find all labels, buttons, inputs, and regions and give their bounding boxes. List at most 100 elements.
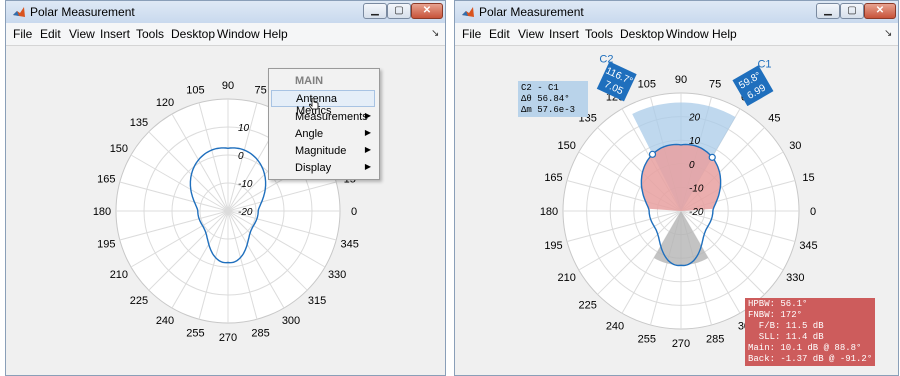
radial-tick-label: -10 (238, 179, 253, 190)
angle-tick-label: 150 (110, 143, 128, 155)
angle-tick-label: 210 (558, 272, 576, 284)
title-bar: Polar Measurement ▁ ▢ ✕ (455, 1, 898, 23)
dock-arrow-icon[interactable]: ↘ (431, 28, 439, 39)
radial-tick-label: -20 (238, 207, 253, 218)
menu-window[interactable]: Window (666, 27, 709, 41)
menu-desktop[interactable]: Desktop (171, 27, 215, 41)
radial-tick-label: 10 (238, 123, 250, 134)
metric-line: Back: -1.37 dB @ -91.2° (748, 354, 873, 364)
close-button[interactable]: ✕ (411, 3, 443, 19)
diff-line: Δθ 56.84° (521, 94, 570, 104)
angle-tick-label: 150 (558, 140, 576, 152)
diff-line: C2 - C1 (521, 83, 559, 93)
angle-tick-label: 330 (786, 272, 804, 284)
metric-line: SLL: 11.4 dB (748, 332, 824, 342)
angle-tick-label: 315 (308, 295, 326, 307)
menu-item-measurements[interactable]: Measurements ▶ (271, 109, 375, 126)
submenu-arrow-icon: ▶ (364, 111, 371, 120)
mouse-pointer-icon (309, 98, 319, 110)
angle-tick-label: 345 (341, 239, 359, 251)
radial-tick-label: 0 (689, 160, 695, 171)
menu-insert[interactable]: Insert (100, 27, 130, 41)
minimize-button[interactable]: ▁ (363, 3, 387, 19)
angle-tick-label: 90 (222, 80, 234, 92)
menu-file[interactable]: File (462, 27, 481, 41)
angle-tick-label: 345 (799, 240, 817, 252)
angle-tick-label: 180 (93, 206, 111, 218)
angle-tick-label: 195 (544, 240, 562, 252)
menu-edit[interactable]: Edit (40, 27, 61, 41)
angle-tick-label: 45 (768, 113, 780, 125)
dock-arrow-icon[interactable]: ↘ (884, 28, 892, 39)
menu-item-antenna-metrics[interactable]: Antenna Metrics (271, 90, 375, 117)
maximize-button[interactable]: ▢ (387, 3, 411, 19)
cursor-label-box[interactable]: 59.8°6.99 (732, 65, 774, 107)
angle-tick-label: 120 (156, 97, 174, 109)
angle-tick-label: 105 (638, 78, 656, 90)
menu-help[interactable]: Help (712, 27, 737, 41)
radial-tick-label: 10 (689, 136, 701, 147)
angle-tick-label: 90 (675, 74, 687, 86)
menu-bar: File Edit View Insert Tools Desktop Wind… (455, 23, 898, 46)
angle-tick-label: 210 (110, 269, 128, 281)
angle-tick-label: 225 (130, 295, 148, 307)
menu-item-magnitude[interactable]: Magnitude ▶ (271, 143, 375, 160)
angle-tick-label: 270 (219, 332, 237, 344)
angle-tick-label: 75 (254, 84, 266, 96)
menu-item-display[interactable]: Display ▶ (271, 160, 375, 177)
menu-item-label: Magnitude (295, 145, 347, 157)
menu-edit[interactable]: Edit (489, 27, 510, 41)
cursor-name: C2 (599, 54, 613, 66)
angle-tick-label: 135 (130, 117, 148, 129)
angle-tick-label: 15 (802, 172, 814, 184)
cursor-marker[interactable] (708, 153, 716, 161)
angle-tick-label: 285 (251, 328, 269, 340)
radial-tick-label: 20 (688, 113, 701, 124)
angle-tick-label: 0 (351, 206, 357, 218)
title-bar: Polar Measurement ▁ ▢ ✕ (6, 1, 445, 23)
angle-tick-label: 180 (540, 206, 558, 218)
cursor-difference-box: C2 - C1 Δθ 56.84° Δm 57.6e-3 (518, 81, 588, 117)
antenna-metrics-box: HPBW: 56.1° FNBW: 172° F/B: 11.5 dB SLL:… (745, 298, 875, 366)
maximize-button[interactable]: ▢ (840, 3, 864, 19)
radial-tick-label: 0 (238, 151, 244, 162)
menu-insert[interactable]: Insert (549, 27, 579, 41)
cursor-marker[interactable] (648, 150, 657, 158)
angle-tick-label: 195 (97, 239, 115, 251)
window-title: Polar Measurement (30, 5, 135, 19)
context-menu-title: MAIN (295, 75, 324, 87)
angle-tick-label: 255 (638, 334, 656, 346)
angle-tick-label: 0 (810, 206, 816, 218)
menu-window[interactable]: Window (217, 27, 260, 41)
menu-item-label: Angle (295, 128, 324, 140)
menu-item-label: Measurements (295, 111, 368, 123)
menu-item-label: Display (295, 162, 332, 174)
matlab-icon (13, 7, 25, 17)
minimize-button[interactable]: ▁ (816, 3, 840, 19)
angle-tick-label: 75 (709, 78, 721, 90)
matlab-icon (462, 7, 474, 17)
angle-tick-label: 165 (544, 172, 562, 184)
menu-view[interactable]: View (69, 27, 95, 41)
menu-desktop[interactable]: Desktop (620, 27, 664, 41)
angle-tick-label: 255 (186, 328, 204, 340)
angle-tick-label: 270 (672, 338, 690, 350)
angle-tick-label: 30 (789, 140, 801, 152)
cursor-label-box[interactable]: 116.7°7.05 (596, 61, 637, 102)
menu-view[interactable]: View (518, 27, 544, 41)
angle-tick-label: 240 (156, 315, 174, 327)
close-button[interactable]: ✕ (864, 3, 896, 19)
context-menu: MAIN Antenna Metrics Measurements ▶ Angl… (268, 68, 380, 180)
metric-line: F/B: 11.5 dB (748, 321, 824, 331)
menu-help[interactable]: Help (263, 27, 288, 41)
angle-tick-label: 330 (328, 269, 346, 281)
menu-bar: File Edit View Insert Tools Desktop Wind… (6, 23, 445, 46)
submenu-arrow-icon: ▶ (364, 145, 371, 154)
menu-item-angle[interactable]: Angle ▶ (271, 126, 375, 143)
metric-line: HPBW: 56.1° (748, 299, 808, 309)
angle-tick-label: 105 (186, 84, 204, 96)
menu-tools[interactable]: Tools (585, 27, 613, 41)
menu-tools[interactable]: Tools (136, 27, 164, 41)
menu-file[interactable]: File (13, 27, 32, 41)
submenu-arrow-icon: ▶ (364, 162, 371, 171)
